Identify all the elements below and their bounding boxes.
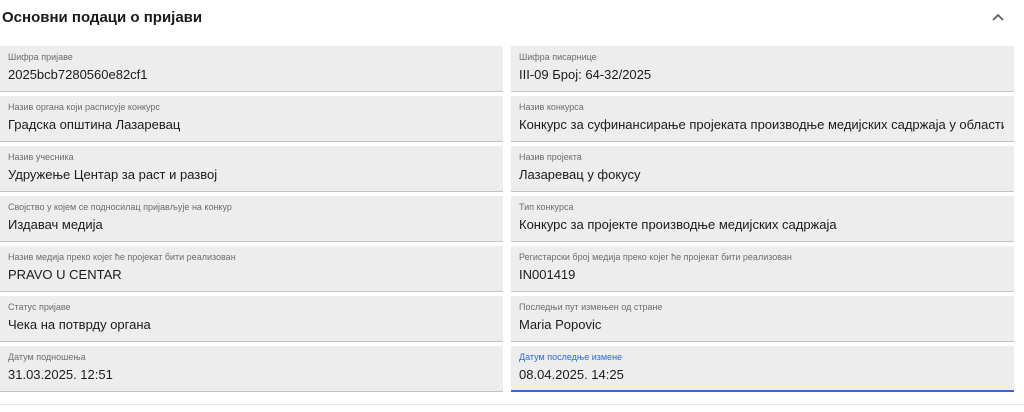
field-label: Статус пријаве: [8, 302, 71, 312]
field-label: Шифра писарнице: [519, 52, 597, 62]
field-authority-name[interactable]: Назив органа који расписује конкурс Град…: [0, 96, 503, 142]
field-value: Конкурс за пројекте производње медијских…: [519, 217, 837, 232]
field-contest-name[interactable]: Назив конкурса Конкурс за суфинансирање …: [511, 96, 1014, 142]
field-registry-code[interactable]: Шифра писарнице III-09 Број: 64-32/2025: [511, 46, 1014, 92]
fields-grid: Шифра пријаве 2025bcb7280560e82cf1 Шифра…: [0, 46, 1014, 392]
field-label: Датум последње измене: [519, 352, 623, 362]
field-contest-type[interactable]: Тип конкурса Конкурс за пројекте произво…: [511, 196, 1014, 242]
field-application-status[interactable]: Статус пријаве Чека на потврду органа: [0, 296, 503, 342]
field-applicant-role[interactable]: Својство у којем се подносилац пријављуј…: [0, 196, 503, 242]
field-submission-date[interactable]: Датум подношења 31.03.2025. 12:51: [0, 346, 503, 392]
field-project-name[interactable]: Назив пројекта Лазаревац у фокусу: [511, 146, 1014, 192]
application-details-panel: Основни подаци о пријави Шифра пријаве 2…: [0, 0, 1024, 412]
field-last-modified-date[interactable]: Датум последње измене 08.04.2025. 14:25: [511, 346, 1014, 392]
field-label: Назив медија преко којег ће пројекат бит…: [8, 252, 236, 262]
field-label: Датум подношења: [8, 352, 86, 362]
field-value: Издавач медија: [8, 217, 103, 232]
field-label: Назив учесника: [8, 152, 74, 162]
field-media-registration-number[interactable]: Регистарски број медија преко којег ће п…: [511, 246, 1014, 292]
field-label: Назив конкурса: [519, 102, 584, 112]
field-value: Градска општина Лазаревац: [8, 117, 181, 132]
field-application-code[interactable]: Шифра пријаве 2025bcb7280560e82cf1: [0, 46, 503, 92]
section-header[interactable]: Основни подаци о пријави: [0, 0, 1024, 34]
field-value: III-09 Број: 64-32/2025: [519, 67, 652, 82]
field-participant-name[interactable]: Назив учесника Удружење Центар за раст и…: [0, 146, 503, 192]
field-media-name[interactable]: Назив медија преко којег ће пројекат бит…: [0, 246, 503, 292]
field-label: Назив пројекта: [519, 152, 582, 162]
field-label: Регистарски број медија преко којег ће п…: [519, 252, 792, 262]
field-last-modified-by[interactable]: Последњи пут измењен од стране Maria Pop…: [511, 296, 1014, 342]
field-value: Лазаревац у фокусу: [519, 167, 641, 182]
field-label: Шифра пријаве: [8, 52, 73, 62]
field-label: Назив органа који расписује конкурс: [8, 102, 160, 112]
divider: [0, 404, 1024, 405]
field-label: Последњи пут измењен од стране: [519, 302, 663, 312]
field-label: Својство у којем се подносилац пријављуј…: [8, 202, 232, 212]
field-label: Тип конкурса: [519, 202, 574, 212]
field-value: Удружење Центар за раст и развој: [8, 167, 218, 182]
field-value: 2025bcb7280560e82cf1: [8, 67, 148, 82]
field-value: PRAVO U CENTAR: [8, 267, 122, 282]
section-title: Основни подаци о пријави: [2, 8, 203, 26]
field-value: Maria Popovic: [519, 317, 602, 332]
field-value: 08.04.2025. 14:25: [519, 367, 624, 382]
field-value: 31.03.2025. 12:51: [8, 367, 113, 382]
field-value: Чека на потврду органа: [8, 317, 151, 332]
field-value: Конкурс за суфинансирање пројеката произ…: [519, 117, 1004, 132]
chevron-up-icon[interactable]: [990, 9, 1006, 25]
field-value: IN001419: [519, 267, 576, 282]
